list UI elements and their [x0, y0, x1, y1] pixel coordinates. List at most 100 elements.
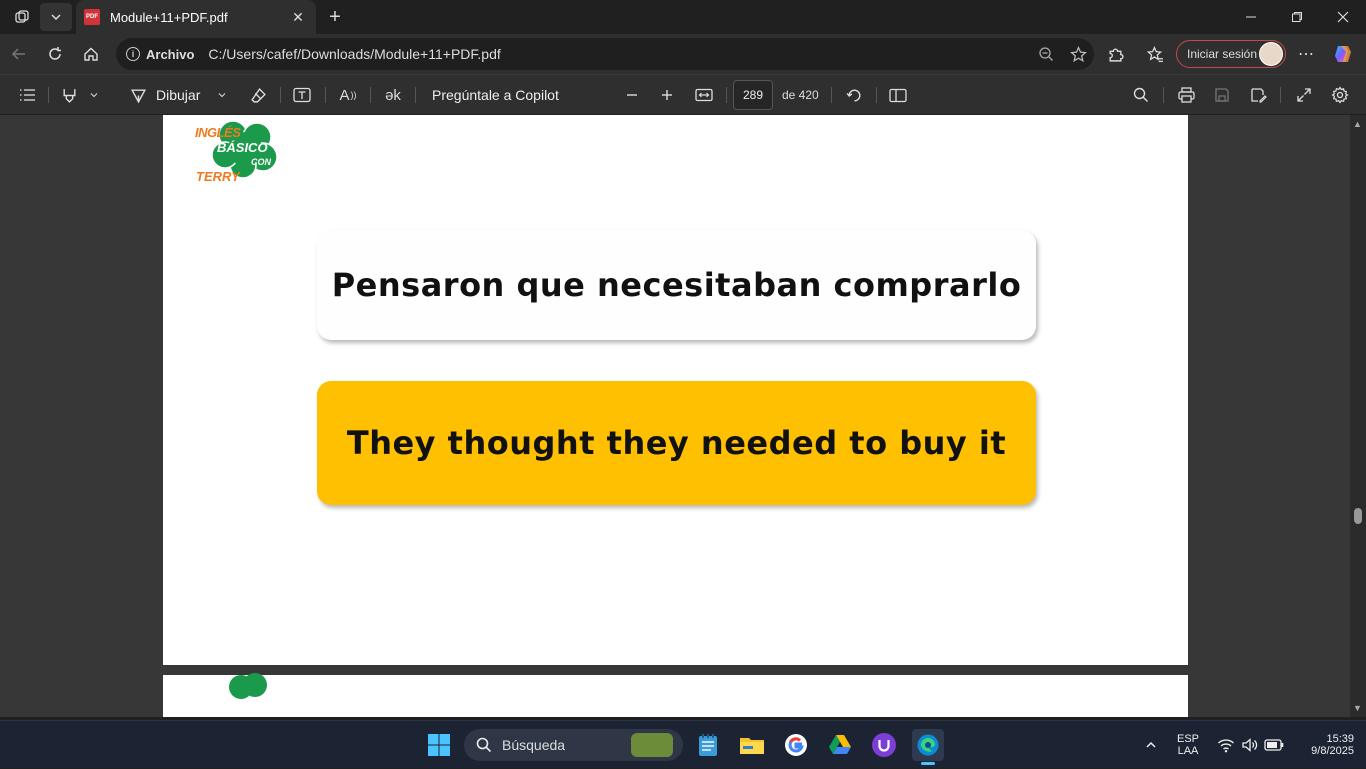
- highlight-chevron-icon[interactable]: [84, 75, 104, 115]
- copilot-icon[interactable]: [1328, 39, 1358, 69]
- tab-bar: PDF Module+11+PDF.pdf ✕ +: [0, 0, 1366, 34]
- logo-text-con: CON: [251, 157, 271, 167]
- workspaces-icon[interactable]: [6, 3, 38, 31]
- spanish-sentence: Pensaron que necesitaban comprarlo: [331, 266, 1022, 304]
- toolbar-divider: [370, 87, 371, 103]
- clock-time: 15:39: [1326, 733, 1354, 745]
- spanish-sentence-card: Pensaron que necesitaban comprarlo: [317, 230, 1036, 340]
- tab-title: Module+11+PDF.pdf: [110, 9, 228, 25]
- draw-button[interactable]: Dibujar: [156, 75, 200, 115]
- scrollbar-thumb[interactable]: [1354, 508, 1362, 524]
- windows-start-icon[interactable]: [423, 729, 455, 761]
- zoom-plus-icon[interactable]: [653, 75, 681, 115]
- read-aloud-icon[interactable]: A)): [334, 75, 362, 115]
- ask-copilot-label: Pregúntale a Copilot: [432, 87, 559, 103]
- pdf-toolbar: Dibujar A)) ək Pregúntale a Copilot 289 …: [0, 74, 1366, 114]
- url-scheme-label: Archivo: [146, 46, 195, 62]
- address-bar: i Archivo C:/Users/cafef/Downloads/Modul…: [0, 34, 1366, 74]
- save-icon[interactable]: [1208, 75, 1236, 115]
- ingles-basico-logo: INGLÉS BÁSICO CON TERRY: [195, 117, 287, 185]
- ask-copilot-button[interactable]: Pregúntale a Copilot: [432, 75, 559, 115]
- file-explorer-icon[interactable]: [736, 729, 768, 761]
- close-window-icon[interactable]: [1320, 0, 1366, 34]
- fit-width-icon[interactable]: [690, 75, 718, 115]
- next-pdf-page: [163, 673, 1188, 717]
- find-search-icon[interactable]: [1127, 75, 1155, 115]
- toolbar-divider: [876, 87, 877, 103]
- vertical-scrollbar[interactable]: ▲ ▼: [1350, 115, 1366, 717]
- english-sentence-card: They thought they needed to buy it: [317, 381, 1036, 505]
- clock-date: 9/8/2025: [1311, 745, 1354, 757]
- taskbar-search[interactable]: Búsqueda: [464, 729, 683, 761]
- notepad-app-icon[interactable]: [692, 729, 724, 761]
- tab-actions-chevron-icon[interactable]: [40, 3, 72, 31]
- favorites-icon[interactable]: [1140, 39, 1170, 69]
- home-icon[interactable]: [76, 39, 106, 69]
- logo-text-basico: BÁSICO: [217, 140, 268, 155]
- lang-region: LAA: [1177, 745, 1199, 757]
- translate-icon[interactable]: ək: [378, 75, 408, 115]
- clock[interactable]: 15:39 9/8/2025: [1292, 721, 1354, 769]
- avatar: [1259, 42, 1283, 66]
- english-sentence: They thought they needed to buy it: [346, 424, 1007, 462]
- google-app-icon[interactable]: [780, 729, 812, 761]
- toolbar-divider: [1280, 87, 1281, 103]
- rotate-icon[interactable]: [840, 75, 868, 115]
- highlight-icon[interactable]: [56, 75, 82, 115]
- lang-code: ESP: [1176, 733, 1199, 745]
- google-drive-icon[interactable]: [824, 729, 856, 761]
- more-options-icon[interactable]: ⋯: [1291, 39, 1321, 69]
- restore-icon[interactable]: [1274, 0, 1320, 34]
- draw-pen-icon[interactable]: [124, 75, 152, 115]
- tab-close-icon[interactable]: ✕: [288, 9, 308, 26]
- scroll-up-arrow-icon[interactable]: ▲: [1353, 119, 1362, 129]
- settings-gear-icon[interactable]: [1326, 75, 1354, 115]
- edge-browser-icon[interactable]: [912, 729, 944, 765]
- taskbar-search-placeholder: Búsqueda: [502, 737, 566, 753]
- signin-button[interactable]: Iniciar sesión: [1176, 40, 1286, 68]
- url-text[interactable]: C:/Users/cafef/Downloads/Module+11+PDF.p…: [208, 46, 1030, 62]
- zoom-minus-icon[interactable]: [618, 75, 646, 115]
- active-app-indicator: [921, 762, 935, 765]
- toolbar-divider: [726, 87, 727, 103]
- eraser-icon[interactable]: [244, 75, 272, 115]
- pdf-page: INGLÉS BÁSICO CON TERRY Pensaron que nec…: [163, 115, 1188, 665]
- url-field[interactable]: i Archivo C:/Users/cafef/Downloads/Modul…: [116, 38, 1094, 70]
- page-view-icon[interactable]: [884, 75, 912, 115]
- back-arrow-icon[interactable]: [4, 39, 34, 69]
- contents-list-icon[interactable]: [12, 75, 42, 115]
- minimize-icon[interactable]: [1228, 0, 1274, 34]
- signin-label: Iniciar sesión: [1187, 47, 1258, 61]
- toolbar-divider: [415, 87, 416, 103]
- taskbar: Búsqueda ESP LAA 15:39 9/8/2025: [0, 720, 1366, 768]
- refresh-icon[interactable]: [40, 39, 70, 69]
- pdf-file-icon: PDF: [84, 9, 100, 25]
- pdf-viewer[interactable]: INGLÉS BÁSICO CON TERRY Pensaron que nec…: [0, 115, 1366, 717]
- scroll-down-arrow-icon[interactable]: ▼: [1353, 703, 1362, 713]
- battery-icon[interactable]: [1258, 729, 1290, 761]
- next-page-logo: [229, 673, 267, 699]
- print-icon[interactable]: [1172, 75, 1200, 115]
- extensions-icon[interactable]: [1100, 39, 1130, 69]
- toolbar-divider: [325, 87, 326, 103]
- input-language-indicator[interactable]: ESP LAA: [1172, 721, 1204, 769]
- fullscreen-icon[interactable]: [1290, 75, 1318, 115]
- zoom-out-icon[interactable]: [1030, 39, 1062, 69]
- text-box-icon[interactable]: [288, 75, 316, 115]
- tab-active[interactable]: PDF Module+11+PDF.pdf ✕: [76, 0, 316, 34]
- taskbar-search-icon: [476, 737, 492, 753]
- logo-text-terry: TERRY: [196, 169, 240, 184]
- toolbar-divider: [48, 87, 49, 103]
- draw-label: Dibujar: [156, 87, 201, 103]
- search-highlight-image: [631, 733, 673, 757]
- draw-chevron-icon[interactable]: [212, 75, 232, 115]
- purple-app-icon[interactable]: [868, 729, 900, 761]
- save-as-icon[interactable]: [1244, 75, 1272, 115]
- site-info-icon[interactable]: i: [126, 47, 140, 61]
- favorite-star-icon[interactable]: [1062, 39, 1094, 69]
- show-hidden-icons-chevron-icon[interactable]: [1135, 729, 1167, 761]
- page-total-label: de 420: [782, 88, 819, 102]
- new-tab-icon[interactable]: +: [322, 3, 348, 31]
- page-number-input[interactable]: 289: [733, 80, 773, 110]
- toolbar-divider: [1163, 87, 1164, 103]
